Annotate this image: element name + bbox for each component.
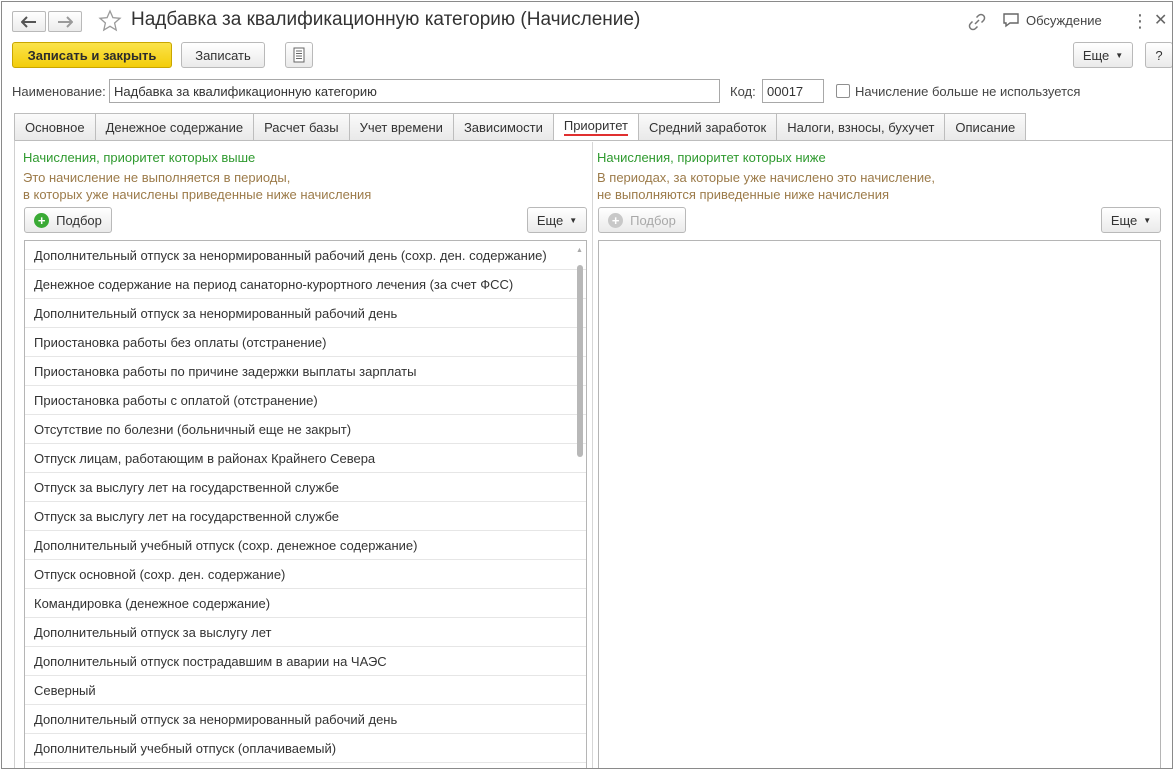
list-item[interactable]: Приостановка работы с оплатой (отстранен… <box>25 386 586 415</box>
tab-taxes[interactable]: Налоги, взносы, бухучет <box>777 113 946 141</box>
more-button[interactable]: Еще ▼ <box>1073 42 1133 68</box>
list-item[interactable]: Дополнительный отпуск за выслугу лет <box>25 618 586 647</box>
tab-label: Средний заработок <box>648 119 767 135</box>
tab-label: Налоги, взносы, бухучет <box>787 119 935 135</box>
tab-label: Описание <box>955 119 1016 135</box>
save-button[interactable]: Записать <box>181 42 265 68</box>
tab-dependencies[interactable]: Зависимости <box>453 113 554 141</box>
scrollbar-thumb[interactable] <box>577 265 583 457</box>
scroll-up-icon[interactable]: ▲ <box>576 247 583 254</box>
list-item[interactable]: Отпуск за выслугу лет на государственной… <box>25 502 586 531</box>
close-icon[interactable]: ✕ <box>1154 10 1167 30</box>
unused-label: Начисление больше не используется <box>855 84 1081 99</box>
list-item[interactable]: Дополнительный учебный отпуск (сохр. ден… <box>25 531 586 560</box>
tab-monetary[interactable]: Денежное содержание <box>95 113 255 141</box>
tab-main[interactable]: Основное <box>14 113 96 141</box>
unused-checkbox[interactable] <box>836 84 850 98</box>
tab-average-earnings[interactable]: Средний заработок <box>638 113 778 141</box>
discuss-label: Обсуждение <box>1026 12 1102 28</box>
list-item[interactable]: Приостановка работы без оплаты (отстране… <box>25 328 586 357</box>
report-button[interactable] <box>285 42 313 68</box>
list-item[interactable]: Дополнительный отпуск за ненормированный… <box>25 705 586 734</box>
star-icon[interactable] <box>98 9 122 33</box>
right-list <box>598 240 1161 768</box>
list-item[interactable]: Денежное содержание на период санаторно-… <box>25 270 586 299</box>
right-hint-1: В периодах, за которые уже начислено это… <box>597 170 935 185</box>
list-item[interactable]: Дополнительный отпуск за ненормированный… <box>25 299 586 328</box>
tab-priority[interactable]: Приоритет <box>553 113 639 141</box>
right-pick-button[interactable]: + Подбор <box>598 207 686 233</box>
pick-label: Подбор <box>630 212 676 228</box>
list-item[interactable]: Отсутствие по болезни (больничный еще не… <box>25 415 586 444</box>
document-list-icon <box>293 47 305 63</box>
tab-label: Приоритет <box>563 118 628 136</box>
tab-description[interactable]: Описание <box>945 113 1027 141</box>
pick-label: Подбор <box>56 212 102 228</box>
comment-icon <box>1003 13 1019 28</box>
tab-label: Денежное содержание <box>105 119 244 135</box>
name-label: Наименование: <box>12 84 106 99</box>
list-item[interactable]: Отпуск лицам, работающим в районах Крайн… <box>25 444 586 473</box>
list-item[interactable]: Дополнительный учебный отпуск (оплачивае… <box>25 734 586 763</box>
name-field[interactable]: Надбавка за квалификационную категорию <box>109 79 720 103</box>
save-and-close-button[interactable]: Записать и закрыть <box>12 42 172 68</box>
list-item[interactable]: Отпуск за выслугу лет на государственной… <box>25 473 586 502</box>
caret-down-icon: ▼ <box>1143 215 1152 225</box>
list-item[interactable]: Командировка (денежное содержание) <box>25 589 586 618</box>
left-more-button[interactable]: Еще ▼ <box>527 207 587 233</box>
left-hint-1: Это начисление не выполняется в периоды, <box>23 170 291 185</box>
tab-base-calc[interactable]: Расчет базы <box>254 113 350 141</box>
arrow-right-icon <box>58 15 73 28</box>
tab-label: Основное <box>25 119 85 135</box>
arrow-left-icon <box>21 15 36 28</box>
scrollbar[interactable]: ▲ <box>574 241 586 768</box>
code-label: Код: <box>730 84 756 99</box>
left-hint-2: в которых уже начислены приведенные ниже… <box>23 187 372 202</box>
tab-label: Расчет базы <box>264 119 339 135</box>
list-item[interactable]: Отпуск основной (сохр. ден. содержание) <box>25 560 586 589</box>
tab-label: Учет времени <box>359 119 443 135</box>
tab-label: Зависимости <box>463 119 543 135</box>
right-hint-2: не выполняются приведенные ниже начислен… <box>597 187 890 202</box>
more-label: Еще <box>1082 47 1110 63</box>
list-item[interactable]: Дополнительный отпуск за ненормированный… <box>25 241 586 270</box>
left-list: Дополнительный отпуск за ненормированный… <box>24 240 587 768</box>
more-label: Еще <box>536 212 564 228</box>
list-item[interactable]: Северный <box>25 676 586 705</box>
more-label: Еще <box>1110 212 1138 228</box>
list-item[interactable]: Дополнительный отпуск пострадавшим в ава… <box>25 647 586 676</box>
help-button[interactable]: ? <box>1145 42 1172 68</box>
list-item[interactable]: Приостановка работы по причине задержки … <box>25 357 586 386</box>
back-button[interactable] <box>12 11 46 32</box>
more-vertical-icon[interactable]: ⋮ <box>1131 11 1149 31</box>
panel-divider <box>592 142 593 768</box>
left-heading: Начисления, приоритет которых выше <box>23 150 256 165</box>
tab-bar: Основное Денежное содержание Расчет базы… <box>14 113 1027 141</box>
page-title: Надбавка за квалификационную категорию (… <box>131 9 641 30</box>
add-icon: + <box>34 212 50 228</box>
caret-down-icon: ▼ <box>569 215 578 225</box>
right-heading: Начисления, приоритет которых ниже <box>597 150 826 165</box>
tab-time-accounting[interactable]: Учет времени <box>349 113 454 141</box>
code-field[interactable]: 00017 <box>762 79 824 103</box>
right-more-button[interactable]: Еще ▼ <box>1101 207 1161 233</box>
discuss-button[interactable]: Обсуждение <box>1002 12 1102 28</box>
forward-button[interactable] <box>48 11 82 32</box>
left-pick-button[interactable]: + Подбор <box>24 207 112 233</box>
link-icon[interactable] <box>968 13 986 31</box>
form-window: Надбавка за квалификационную категорию (… <box>1 1 1173 769</box>
caret-down-icon: ▼ <box>1115 50 1124 60</box>
add-icon: + <box>608 212 624 228</box>
